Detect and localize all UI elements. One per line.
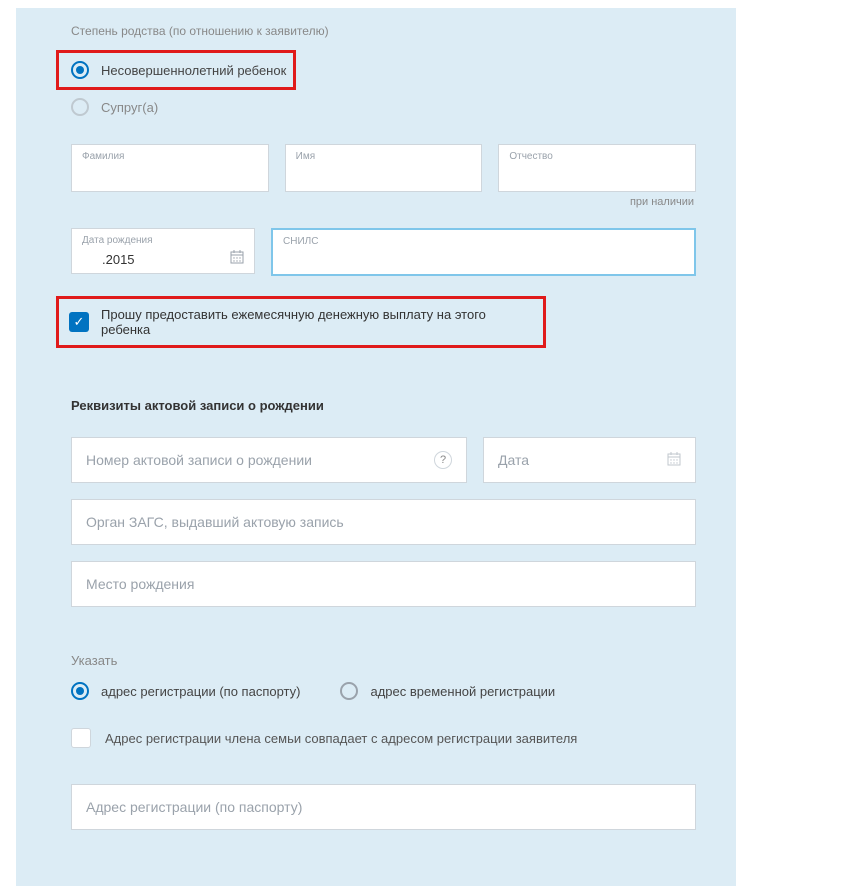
- radio-spouse[interactable]: [71, 98, 89, 116]
- surname-label: Фамилия: [82, 151, 124, 162]
- calendar-icon[interactable]: [230, 250, 244, 267]
- snils-label: СНИЛС: [283, 236, 318, 247]
- record-number-input[interactable]: Номер актовой записи о рождении ?: [71, 437, 467, 483]
- surname-input[interactable]: Фамилия: [71, 144, 269, 192]
- highlight-minor-child: Несовершеннолетний ребенок: [56, 50, 296, 90]
- radio-temporary-label: адрес временной регистрации: [370, 684, 555, 699]
- record-date-placeholder: Дата: [498, 452, 667, 468]
- patronymic-hint: при наличии: [16, 192, 736, 208]
- patronymic-input[interactable]: Отчество: [498, 144, 696, 192]
- firstname-input[interactable]: Имя: [285, 144, 483, 192]
- birth-record-title: Реквизиты актовой записи о рождении: [16, 348, 736, 437]
- firstname-label: Имя: [296, 151, 315, 162]
- radio-minor-label: Несовершеннолетний ребенок: [101, 63, 286, 78]
- record-number-placeholder: Номер актовой записи о рождении: [86, 452, 434, 468]
- snils-input[interactable]: СНИЛС: [271, 228, 696, 276]
- radio-minor-child[interactable]: [71, 61, 89, 79]
- radio-registration-label: адрес регистрации (по паспорту): [101, 684, 300, 699]
- radio-temporary-address[interactable]: [340, 682, 358, 700]
- birthdate-label: Дата рождения: [82, 235, 153, 246]
- radio-spouse-label: Супруг(а): [101, 100, 158, 115]
- payment-label: Прошу предоставить ежемесячную денежную …: [101, 307, 533, 337]
- payment-checkbox[interactable]: ✓: [69, 312, 89, 332]
- help-icon[interactable]: ?: [434, 451, 452, 469]
- same-address-checkbox[interactable]: [71, 728, 91, 748]
- highlight-payment: ✓ Прошу предоставить ежемесячную денежну…: [56, 296, 546, 348]
- calendar-icon[interactable]: [667, 452, 681, 469]
- authority-placeholder: Орган ЗАГС, выдавший актовую запись: [86, 514, 681, 530]
- radio-registration-address[interactable]: [71, 682, 89, 700]
- relationship-label: Степень родства (по отношению к заявител…: [16, 8, 736, 50]
- same-address-label: Адрес регистрации члена семьи совпадает …: [105, 731, 577, 746]
- birthplace-input[interactable]: Место рождения: [71, 561, 696, 607]
- authority-input[interactable]: Орган ЗАГС, выдавший актовую запись: [71, 499, 696, 545]
- address-placeholder: Адрес регистрации (по паспорту): [86, 799, 681, 815]
- address-input[interactable]: Адрес регистрации (по паспорту): [71, 784, 696, 830]
- birthdate-input[interactable]: Дата рождения .2015: [71, 228, 255, 274]
- birthplace-placeholder: Место рождения: [86, 576, 681, 592]
- check-icon: ✓: [74, 314, 85, 330]
- birthdate-value: .2015: [82, 252, 230, 267]
- specify-label: Указать: [16, 623, 736, 682]
- record-date-input[interactable]: Дата: [483, 437, 696, 483]
- patronymic-label: Отчество: [509, 151, 552, 162]
